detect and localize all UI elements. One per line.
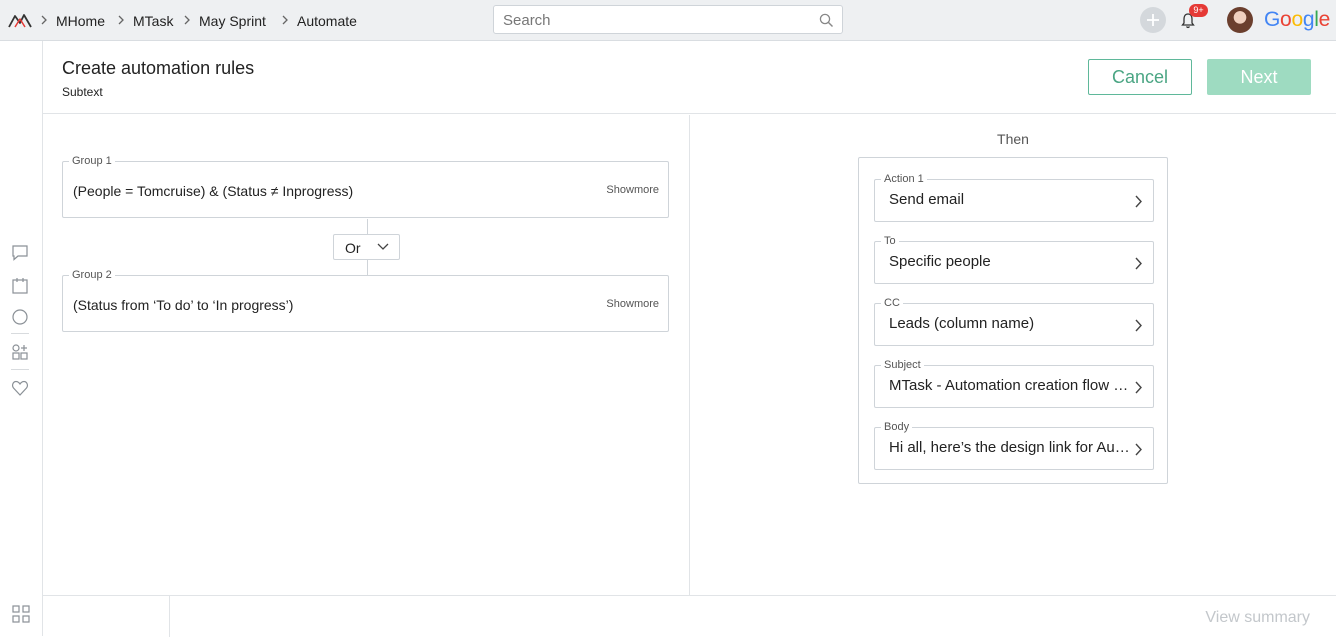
comment-icon[interactable] [11, 244, 29, 262]
showmore-link[interactable]: Showmore [606, 298, 659, 310]
action-field[interactable]: Action 1 Send email [874, 173, 1154, 222]
operator-select[interactable]: Or [333, 234, 400, 260]
field-legend: Action 1 [881, 173, 927, 185]
page-header: Create automation rules Subtext Cancel N… [43, 41, 1336, 114]
app-logo-icon[interactable] [8, 10, 32, 30]
avatar[interactable] [1227, 7, 1253, 33]
grid-icon[interactable] [12, 605, 30, 623]
brand-letter: o [1291, 8, 1303, 31]
chevron-right-icon [41, 15, 47, 25]
connector-line [367, 260, 368, 275]
chevron-down-icon [377, 243, 389, 250]
field-legend: Body [881, 421, 913, 433]
page-subtext: Subtext [62, 85, 103, 99]
rail-divider [11, 369, 29, 370]
search-box [493, 5, 843, 34]
conditions-panel: Group 1 (People = Tomcruise) & (Status ≠… [43, 115, 690, 595]
field-value: Send email [889, 191, 965, 208]
field-value: Hi all, here’s the design link for Autom… [889, 439, 1131, 456]
operator-value: Or [345, 240, 361, 256]
subject-field[interactable]: Subject MTask - Automation creation flow… [874, 359, 1154, 408]
heart-icon[interactable] [11, 379, 29, 397]
plus-icon [1147, 14, 1159, 26]
next-button[interactable]: Next [1207, 59, 1311, 95]
brand-logo: Google [1264, 8, 1330, 32]
footer-divider [169, 596, 170, 637]
search-icon[interactable] [819, 13, 834, 28]
chevron-right-icon [1135, 319, 1142, 332]
action-card: Action 1 Send email To Specific people C… [858, 157, 1168, 484]
chevron-right-icon [1135, 195, 1142, 208]
actions-panel: Then Action 1 Send email To Specific peo… [690, 115, 1336, 595]
chevron-right-icon [118, 15, 124, 25]
search-input[interactable] [503, 11, 803, 29]
body-field[interactable]: Body Hi all, here’s the design link for … [874, 421, 1154, 470]
breadcrumb-may-sprint[interactable]: May Sprint [199, 13, 266, 29]
add-button[interactable] [1140, 7, 1166, 33]
notification-badge: 9+ [1189, 4, 1208, 17]
field-value: Specific people [889, 253, 991, 270]
field-legend: To [881, 235, 899, 247]
field-value: Leads (column name) [889, 315, 1035, 332]
condition-group-2[interactable]: Group 2 (Status from ‘To do’ to ‘In prog… [62, 269, 669, 332]
field-legend: Subject [881, 359, 924, 371]
chevron-right-icon [184, 15, 190, 25]
calendar-icon[interactable] [11, 277, 29, 295]
field-legend: CC [881, 297, 903, 309]
group-condition-text: (Status from ‘To do’ to ‘In progress’) [73, 297, 294, 313]
group-legend: Group 1 [69, 155, 115, 167]
breadcrumb-mhome[interactable]: MHome [56, 13, 105, 29]
add-app-icon[interactable] [11, 343, 29, 361]
page-title: Create automation rules [62, 58, 255, 78]
chevron-right-icon [1135, 443, 1142, 456]
brand-letter: g [1302, 8, 1315, 31]
rail-divider [11, 333, 29, 334]
chevron-right-icon [282, 15, 288, 25]
to-field[interactable]: To Specific people [874, 235, 1154, 284]
brand-letter: G [1264, 8, 1281, 31]
footer: View summary [43, 595, 1336, 637]
field-value: MTask - Automation creation flow design [889, 377, 1131, 394]
cancel-button[interactable]: Cancel [1088, 59, 1192, 95]
connector-line [367, 219, 368, 234]
chevron-right-icon [1135, 381, 1142, 394]
breadcrumb-mtask[interactable]: MTask [133, 13, 173, 29]
showmore-link[interactable]: Showmore [606, 184, 659, 196]
top-bar: MHome MTask May Sprint Automate 9+ Googl… [0, 0, 1336, 41]
cc-field[interactable]: CC Leads (column name) [874, 297, 1154, 346]
view-summary-link[interactable]: View summary [1205, 609, 1310, 627]
then-label: Then [997, 131, 1029, 147]
group-condition-text: (People = Tomcruise) & (Status ≠ Inprogr… [73, 183, 354, 199]
brand-letter: o [1280, 8, 1292, 31]
chevron-right-icon [1135, 257, 1142, 270]
condition-group-1[interactable]: Group 1 (People = Tomcruise) & (Status ≠… [62, 155, 669, 218]
breadcrumb-automate[interactable]: Automate [297, 13, 357, 29]
group-legend: Group 2 [69, 269, 115, 281]
circle-icon[interactable] [11, 308, 29, 326]
brand-letter: e [1318, 8, 1331, 31]
left-rail [0, 41, 43, 636]
